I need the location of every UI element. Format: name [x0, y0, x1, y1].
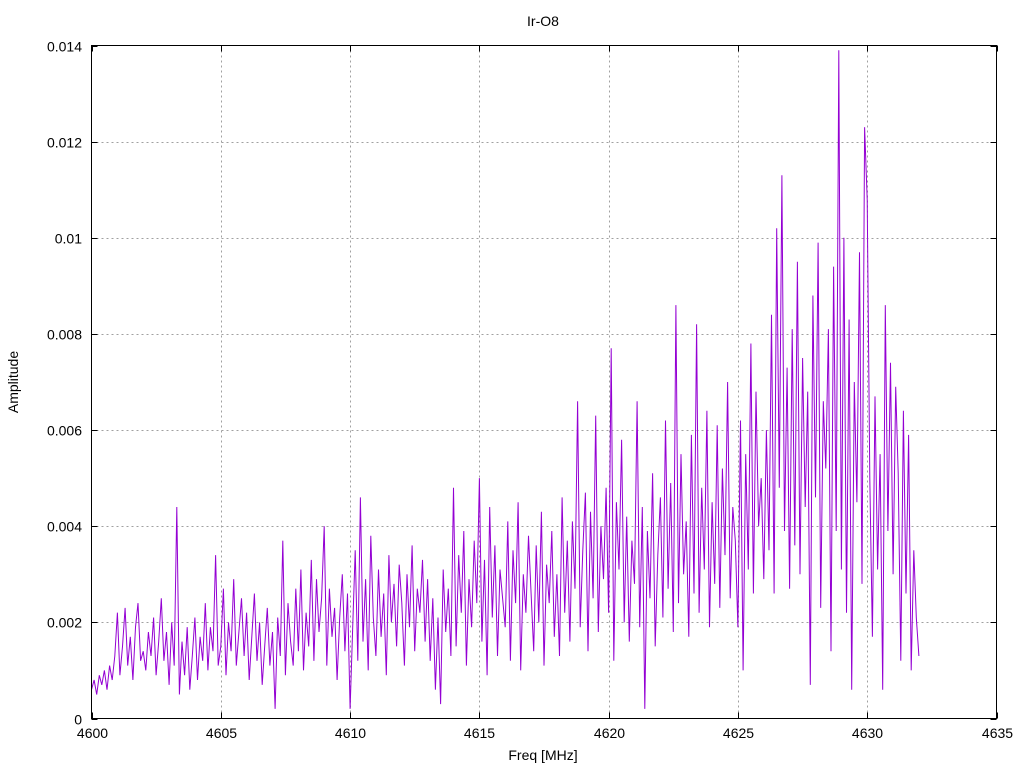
y-tick-label: 0.006 — [47, 423, 82, 439]
x-tick-label: 4635 — [982, 725, 1013, 741]
series-group — [91, 50, 920, 709]
chart: Ir-O8 Amplitude Freq [MHz] 4600 4605 4610 4… — [5, 13, 1013, 763]
x-tick-label: 4625 — [723, 725, 754, 741]
y-tick-label: 0.01 — [55, 231, 82, 247]
y-tick-label: 0.008 — [47, 327, 82, 343]
y-axis-label: Amplitude — [5, 351, 21, 413]
y-tick-label: 0.004 — [47, 519, 82, 535]
y-tick-label: 0 — [74, 712, 82, 728]
x-axis-label: Freq [MHz] — [508, 747, 577, 763]
chart-title: Ir-O8 — [527, 13, 559, 29]
y-tick-label: 0.014 — [47, 39, 82, 55]
series-line — [91, 50, 920, 709]
x-tick-label: 4630 — [852, 725, 883, 741]
y-tick-label: 0.012 — [47, 135, 82, 151]
x-tick-label: 4610 — [335, 725, 366, 741]
y-tick-label: 0.002 — [47, 615, 82, 631]
x-tick-label: 4620 — [594, 725, 625, 741]
ticks: 4600 4605 4610 4615 4620 4625 4630 463500.0020.… — [47, 39, 1013, 742]
x-tick-label: 4615 — [464, 725, 495, 741]
x-tick-label: 4605 — [206, 725, 237, 741]
